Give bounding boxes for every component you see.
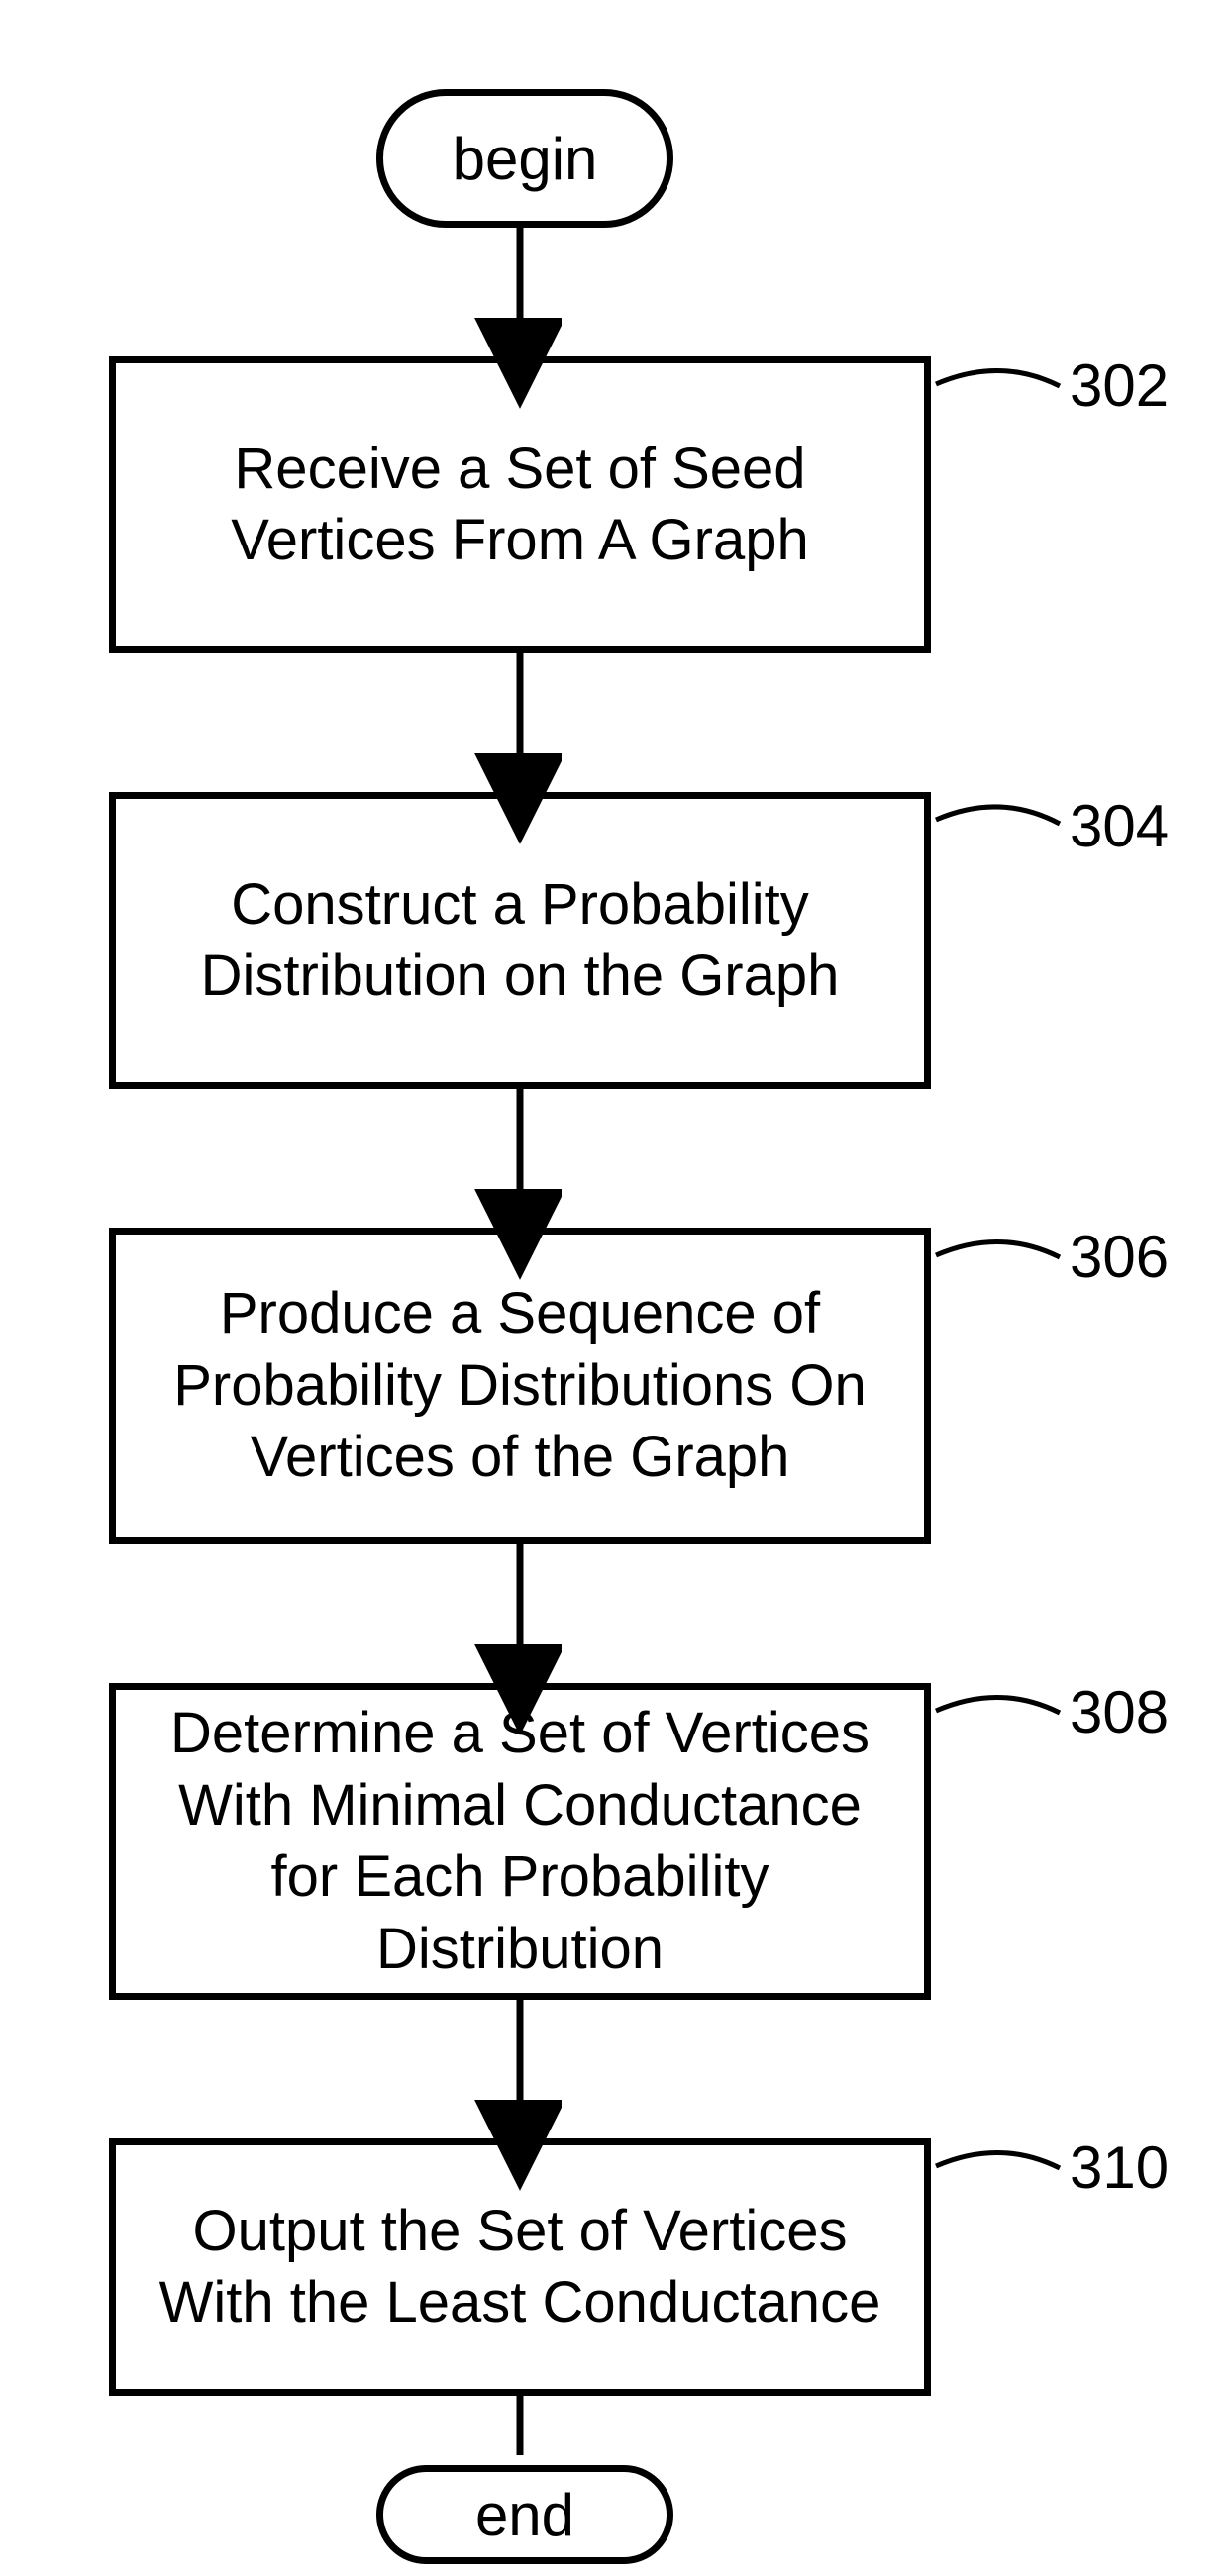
leader-302 (936, 370, 1060, 386)
terminator-end-label: end (475, 2481, 574, 2549)
process-step-308-label: Determine a Set of Vertices With Minimal… (146, 1698, 894, 1985)
leader-308 (936, 1697, 1060, 1713)
process-step-308: Determine a Set of Vertices With Minimal… (109, 1683, 931, 2000)
ref-label-302: 302 (1070, 351, 1169, 420)
process-step-310: Output the Set of Vertices With the Leas… (109, 2138, 931, 2396)
leader-306 (936, 1241, 1060, 1257)
ref-label-306: 306 (1070, 1223, 1169, 1291)
process-step-306-label: Produce a Sequence of Probability Distri… (146, 1278, 894, 1494)
process-step-304-label: Construct a Probability Distribution on … (146, 869, 894, 1013)
process-step-302-label: Receive a Set of Seed Vertices From A Gr… (146, 434, 894, 577)
process-step-310-label: Output the Set of Vertices With the Leas… (146, 2196, 894, 2339)
process-step-304: Construct a Probability Distribution on … (109, 792, 931, 1089)
terminator-begin: begin (376, 89, 673, 228)
ref-label-308: 308 (1070, 1678, 1169, 1746)
terminator-end: end (376, 2465, 673, 2564)
process-step-306: Produce a Sequence of Probability Distri… (109, 1228, 931, 1544)
flowchart-canvas: begin Receive a Set of Seed Vertices Fro… (0, 0, 1231, 2576)
leader-304 (936, 807, 1060, 824)
leader-310 (936, 2152, 1060, 2168)
process-step-302: Receive a Set of Seed Vertices From A Gr… (109, 356, 931, 653)
ref-label-304: 304 (1070, 792, 1169, 860)
terminator-begin-label: begin (453, 125, 598, 193)
ref-label-310: 310 (1070, 2133, 1169, 2202)
